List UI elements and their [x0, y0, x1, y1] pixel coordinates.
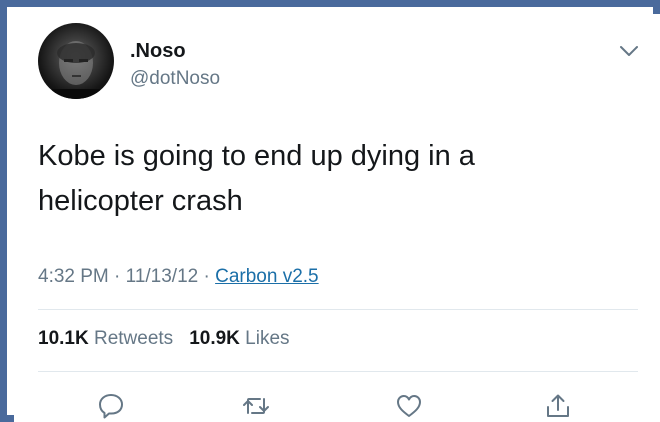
tweet-date[interactable]: 11/13/12	[126, 266, 199, 287]
tweet-text-line: helicopter crash	[38, 185, 243, 217]
separator: ·	[108, 266, 126, 287]
retweet-icon[interactable]	[242, 392, 270, 420]
retweets-label: Retweets	[93, 328, 174, 349]
tweet-meta: 4:32 PM · 11/13/12 · Carbon v2.5	[38, 266, 319, 288]
likes-label: Likes	[245, 328, 290, 349]
chevron-down-icon[interactable]	[618, 44, 640, 58]
retweets-count: 10.1K	[38, 328, 89, 349]
tweet-stats: 10.1K Retweets 10.9K Likes	[38, 328, 290, 350]
retweets-stat[interactable]: 10.1K Retweets	[38, 328, 173, 349]
divider	[38, 309, 638, 310]
tweet-text-line: Kobe is going to end up dying in a	[38, 140, 475, 172]
tweet-source-link[interactable]: Carbon v2.5	[215, 266, 319, 287]
divider	[38, 371, 638, 372]
user-handle[interactable]: @dotNoso	[130, 68, 220, 90]
likes-stat[interactable]: 10.9K Likes	[189, 328, 289, 349]
display-name[interactable]: .Noso	[130, 40, 186, 63]
tweet-card: .Noso @dotNoso Kobe is going to end up d…	[14, 14, 660, 422]
tweet-time[interactable]: 4:32 PM	[38, 266, 109, 287]
tweet-text: Kobe is going to end up dying in a helic…	[38, 134, 638, 224]
reply-icon[interactable]	[97, 392, 125, 420]
separator: ·	[198, 266, 216, 287]
heart-icon[interactable]	[395, 392, 423, 420]
share-icon[interactable]	[544, 392, 572, 420]
likes-count: 10.9K	[189, 328, 240, 349]
avatar[interactable]	[38, 23, 114, 99]
screenshot-frame: .Noso @dotNoso Kobe is going to end up d…	[0, 0, 660, 422]
